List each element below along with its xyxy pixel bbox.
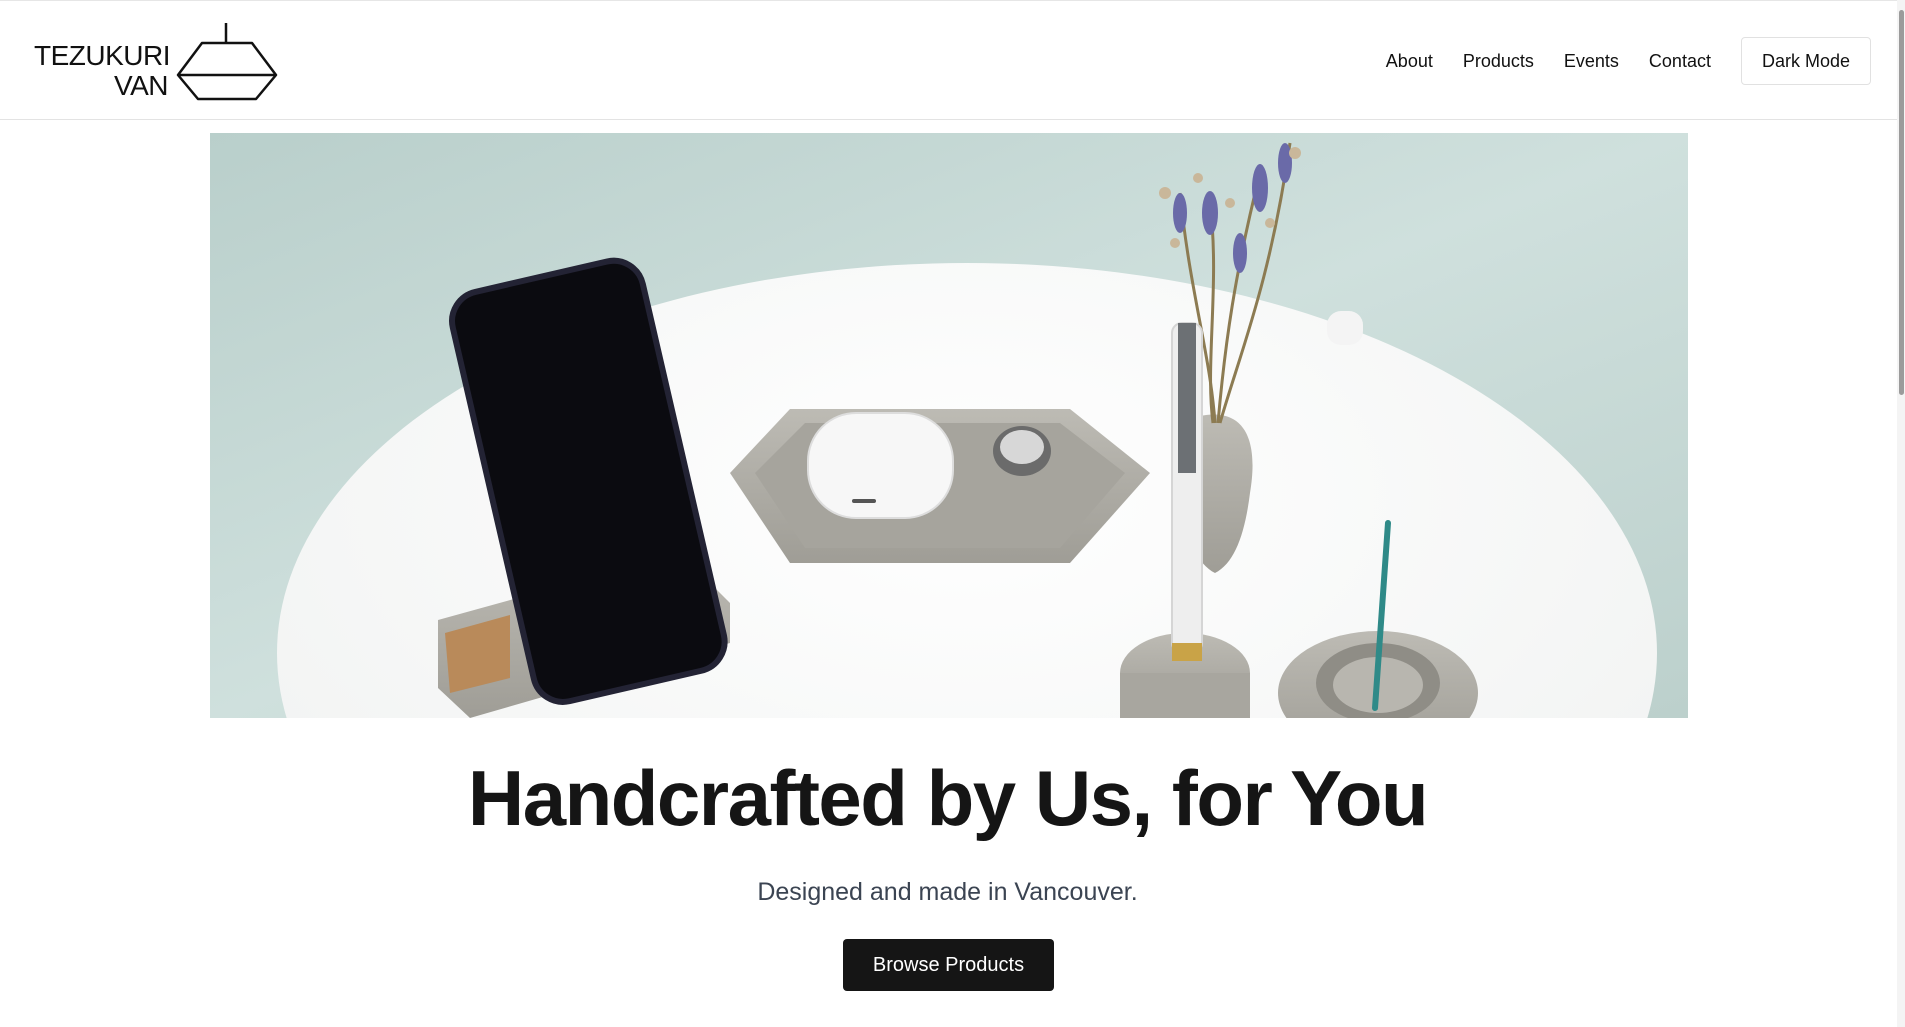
logo-line-1: TEZUKURI: [34, 40, 171, 71]
hero-image: [210, 133, 1688, 718]
nav-link-products[interactable]: Products: [1463, 51, 1534, 72]
browse-products-button[interactable]: Browse Products: [843, 939, 1054, 991]
page-scrollbar[interactable]: [1897, 0, 1905, 1027]
pendant-lamp-icon: [176, 23, 278, 101]
nav-link-about[interactable]: About: [1386, 51, 1433, 72]
nav-link-events[interactable]: Events: [1564, 51, 1619, 72]
hero-subheadline: Designed and made in Vancouver.: [757, 878, 1138, 906]
main-nav: About Products Events Contact Dark Mode: [1386, 37, 1871, 85]
logo-line-2: VAN: [114, 70, 169, 101]
logo[interactable]: TEZUKURI VAN: [34, 23, 284, 101]
dark-mode-button[interactable]: Dark Mode: [1740, 37, 1871, 85]
hero-headline: Handcrafted by Us, for You: [467, 754, 1429, 842]
scrollbar-thumb[interactable]: [1899, 10, 1904, 395]
hero-photo-illustration: [210, 133, 1688, 718]
logo-wordmark: TEZUKURI VAN: [34, 40, 171, 101]
site-header: TEZUKURI VAN About Products Events Conta…: [0, 0, 1905, 120]
nav-link-contact[interactable]: Contact: [1649, 51, 1711, 72]
